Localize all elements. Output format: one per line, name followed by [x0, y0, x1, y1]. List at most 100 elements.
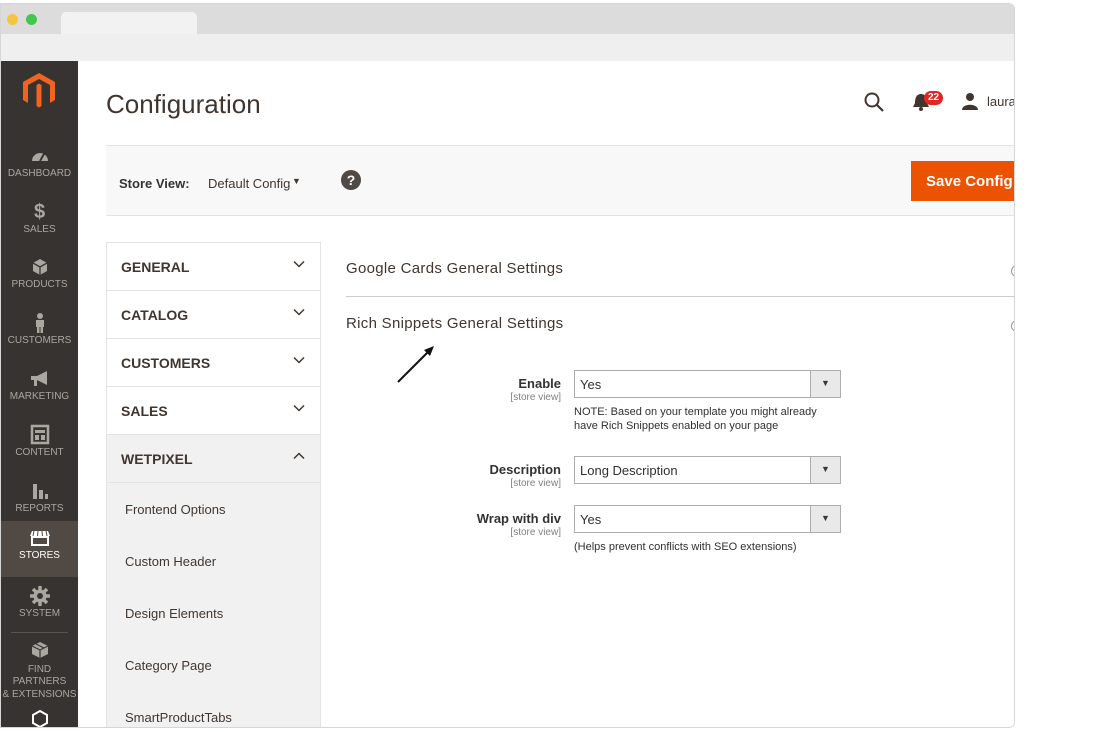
page-title: Configuration — [106, 89, 261, 119]
store-icon — [29, 530, 50, 546]
username[interactable]: laura — [987, 94, 1014, 109]
tab-sales[interactable]: SALES — [107, 387, 320, 435]
sidebar-item-label: PRODUCTS — [11, 279, 68, 290]
sidebar-item-label: MARKETING — [9, 391, 70, 402]
chevron-down-icon — [293, 260, 305, 268]
sidebar-item-label: REPORTS — [15, 503, 64, 514]
enable-label: Enable — [518, 376, 561, 391]
layout-icon — [30, 424, 49, 445]
dashboard-icon — [31, 153, 48, 162]
hexagon-icon[interactable] — [31, 709, 49, 728]
select-arrow[interactable]: ▼ — [810, 457, 840, 483]
select-arrow[interactable]: ▼ — [810, 506, 840, 532]
person-icon — [35, 313, 44, 333]
tab-general[interactable]: GENERAL — [107, 243, 320, 291]
search-icon[interactable] — [863, 91, 885, 113]
wrap-with-div-note: (Helps prevent conflicts with SEO extens… — [574, 541, 797, 553]
select-value: Yes — [580, 512, 602, 527]
description-label: Description — [489, 462, 561, 477]
tab-subitem-design-elements[interactable]: Design Elements — [107, 587, 320, 639]
gear-icon — [29, 586, 50, 606]
save-config-button[interactable]: Save Config — [911, 161, 1014, 201]
scope-switcher-bar: Store View: Default Config ▼ ? Save Conf… — [106, 145, 1014, 216]
sidebar-item-dashboard[interactable]: DASHBOARD — [1, 139, 78, 195]
config-tabs: GENERAL CATALOG CUSTOMERS SALES WETPIXEL… — [106, 242, 321, 727]
subitem-label: SmartProductTabs — [125, 710, 232, 725]
enable-scope: [store view] — [510, 392, 561, 403]
wrap-with-div-scope: [store view] — [510, 527, 561, 538]
cube-icon — [32, 259, 47, 275]
section-google-cards-title[interactable]: Google Cards General Settings — [346, 260, 563, 277]
chevron-down-icon — [293, 356, 305, 364]
sidebar-item-customers[interactable]: CUSTOMERS — [1, 306, 78, 362]
tab-subitem-custom-header[interactable]: Custom Header — [107, 535, 320, 587]
store-view-label: Store View: — [119, 176, 190, 191]
sidebar-item-find-partners[interactable]: FIND PARTNERS & EXTENSIONS — [1, 635, 78, 700]
tab-label: CUSTOMERS — [121, 355, 211, 371]
main-content: Configuration 22 laura Store View: Defau… — [78, 61, 1014, 727]
tab-label: SALES — [121, 403, 168, 419]
admin-sidebar: DASHBOARD $ SALES PRODUCTS CUSTOMERS MAR… — [1, 61, 78, 727]
boxes-icon — [31, 642, 48, 658]
subitem-label: Custom Header — [125, 554, 217, 569]
browser-chrome — [1, 4, 1014, 62]
sidebar-item-label: FIND PARTNERS — [12, 664, 67, 687]
select-value: Long Description — [580, 463, 678, 478]
caret-down-icon: ▼ — [821, 513, 830, 523]
tab-wetpixel[interactable]: WETPIXEL — [107, 435, 320, 483]
sidebar-item-system[interactable]: SYSTEM — [1, 579, 78, 635]
tab-subitem-smartproducttabs[interactable]: SmartProductTabs — [107, 691, 320, 727]
sidebar-item-label: CONTENT — [15, 447, 64, 458]
caret-down-icon[interactable]: ▼ — [292, 176, 301, 186]
sidebar-item-marketing[interactable]: MARKETING — [1, 362, 78, 418]
caret-down-icon: ▼ — [821, 378, 830, 388]
description-select[interactable]: Long Description ▼ — [574, 456, 841, 484]
tab-label: GENERAL — [121, 259, 190, 275]
sidebar-item-stores[interactable]: STORES — [1, 521, 78, 577]
sidebar-item-sales[interactable]: $ SALES — [1, 195, 78, 251]
sidebar-item-label: STORES — [19, 550, 60, 561]
megaphone-icon — [30, 371, 47, 386]
sidebar-item-label-line2: & EXTENSIONS — [2, 689, 77, 700]
user-icon[interactable] — [961, 92, 979, 110]
minimize-button[interactable] — [7, 14, 18, 25]
tab-catalog[interactable]: CATALOG — [107, 291, 320, 339]
help-icon[interactable]: ? — [341, 170, 361, 190]
sidebar-item-content[interactable]: CONTENT — [1, 418, 78, 474]
address-bar[interactable] — [1, 34, 1014, 61]
maximize-button[interactable] — [26, 14, 37, 25]
sidebar-item-products[interactable]: PRODUCTS — [1, 250, 78, 306]
chevron-down-icon — [293, 404, 305, 412]
store-view-dropdown[interactable]: Default Config — [208, 176, 290, 191]
description-scope: [store view] — [510, 478, 561, 489]
sidebar-divider — [11, 632, 68, 633]
tab-label: CATALOG — [121, 307, 189, 323]
tab-subitem-category-page[interactable]: Category Page — [107, 639, 320, 691]
section-rich-snippets-title[interactable]: Rich Snippets General Settings — [346, 315, 563, 332]
chevron-up-icon — [293, 452, 305, 460]
caret-down-icon: ▼ — [821, 464, 830, 474]
subitem-label: Category Page — [125, 658, 212, 673]
tab-subitem-frontend-options[interactable]: Frontend Options — [107, 483, 320, 535]
sidebar-item-label: CUSTOMERS — [7, 335, 72, 346]
select-arrow[interactable]: ▼ — [810, 371, 840, 397]
tab-customers[interactable]: CUSTOMERS — [107, 339, 320, 387]
enable-select[interactable]: Yes ▼ — [574, 370, 841, 398]
section-state-icon — [1011, 320, 1014, 332]
subitem-label: Frontend Options — [125, 502, 226, 517]
browser-window: DASHBOARD $ SALES PRODUCTS CUSTOMERS MAR… — [0, 3, 1015, 728]
sidebar-item-label: DASHBOARD — [7, 168, 72, 179]
wrap-with-div-select[interactable]: Yes ▼ — [574, 505, 841, 533]
browser-tab[interactable] — [61, 12, 197, 34]
sidebar-item-label: SYSTEM — [18, 608, 61, 619]
wrap-with-div-label: Wrap with div — [476, 511, 561, 526]
dollar-icon: $ — [33, 201, 46, 223]
magento-logo-icon[interactable] — [23, 73, 55, 109]
config-content: Google Cards General Settings Rich Snipp… — [346, 242, 1014, 692]
section-state-icon — [1011, 265, 1014, 277]
select-value: Yes — [580, 377, 602, 392]
subitem-label: Design Elements — [125, 606, 224, 621]
bar-chart-icon — [32, 484, 48, 499]
sidebar-item-label: SALES — [23, 224, 56, 235]
section-divider — [346, 296, 1014, 297]
